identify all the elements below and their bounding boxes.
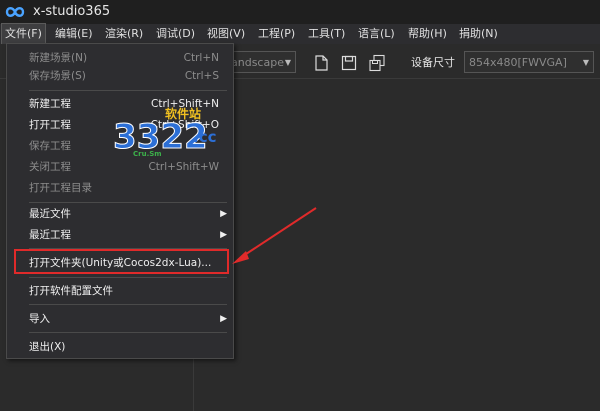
new-file-icon[interactable]: [312, 54, 330, 72]
shortcut-text: Ctrl+S: [184, 70, 219, 82]
device-size-select[interactable]: 854x480[FWVGA] ▼: [464, 51, 594, 73]
menu-edit[interactable]: 编辑(E): [52, 24, 96, 44]
menu-item-open-config[interactable]: 打开软件配置文件: [29, 282, 229, 300]
menu-donate[interactable]: 捐助(N): [456, 24, 501, 44]
menu-separator: [29, 304, 227, 305]
shortcut-text: Ctrl+N: [183, 52, 219, 64]
menu-separator: [29, 277, 227, 278]
menu-item-recent-files[interactable]: 最近文件 ▶: [29, 205, 229, 223]
watermark-sub: Cru.Sm: [133, 150, 162, 158]
watermark-domain: .cc: [193, 128, 216, 146]
menu-item-save-scene[interactable]: 保存场景(S) Ctrl+S: [29, 67, 229, 85]
menu-view[interactable]: 视图(V): [204, 24, 248, 44]
watermark-logo: 3322 软件站 .cc Cru.Sm: [113, 106, 216, 158]
save-all-icon[interactable]: [368, 54, 386, 72]
highlight-box: [14, 249, 229, 274]
file-menu-dropdown: 新建场景(N) Ctrl+N 保存场景(S) Ctrl+S 新建工程 Ctrl+…: [6, 43, 234, 359]
orientation-value: andscape: [231, 56, 284, 69]
watermark-site: 软件站: [165, 106, 201, 121]
menu-item-open-project-dir[interactable]: 打开工程目录: [29, 179, 229, 197]
orientation-select[interactable]: andscape ▼: [226, 51, 296, 73]
submenu-arrow-icon: ▶: [220, 230, 227, 240]
menu-help[interactable]: 帮助(H): [405, 24, 450, 44]
menu-separator: [29, 332, 227, 333]
chevron-down-icon: ▼: [284, 58, 291, 67]
menu-item-exit[interactable]: 退出(X): [29, 338, 229, 356]
menu-project[interactable]: 工程(P): [255, 24, 298, 44]
submenu-arrow-icon: ▶: [220, 314, 227, 324]
app-title: x-studio365: [33, 4, 111, 19]
menu-separator: [29, 202, 227, 203]
menu-file[interactable]: 文件(F): [1, 23, 46, 45]
device-size-value: 854x480[FWVGA]: [469, 56, 567, 69]
menu-item-import[interactable]: 导入 ▶: [29, 310, 229, 328]
chevron-down-icon: ▼: [582, 58, 589, 67]
title-bar: x-studio365: [0, 0, 600, 24]
menu-item-recent-projects[interactable]: 最近工程 ▶: [29, 226, 229, 244]
menu-item-new-scene[interactable]: 新建场景(N) Ctrl+N: [29, 49, 229, 67]
menu-tools[interactable]: 工具(T): [305, 24, 348, 44]
menu-bar: 文件(F) 编辑(E) 渲染(R) 调试(D) 视图(V) 工程(P) 工具(T…: [0, 23, 600, 45]
menu-separator: [29, 90, 227, 91]
app-logo-icon: [5, 7, 25, 17]
device-size-label: 设备尺寸: [411, 56, 455, 69]
menu-language[interactable]: 语言(L): [355, 24, 398, 44]
menu-render[interactable]: 渲染(R): [102, 24, 146, 44]
menu-debug[interactable]: 调试(D): [153, 24, 198, 44]
save-icon[interactable]: [340, 54, 358, 72]
submenu-arrow-icon: ▶: [220, 209, 227, 219]
